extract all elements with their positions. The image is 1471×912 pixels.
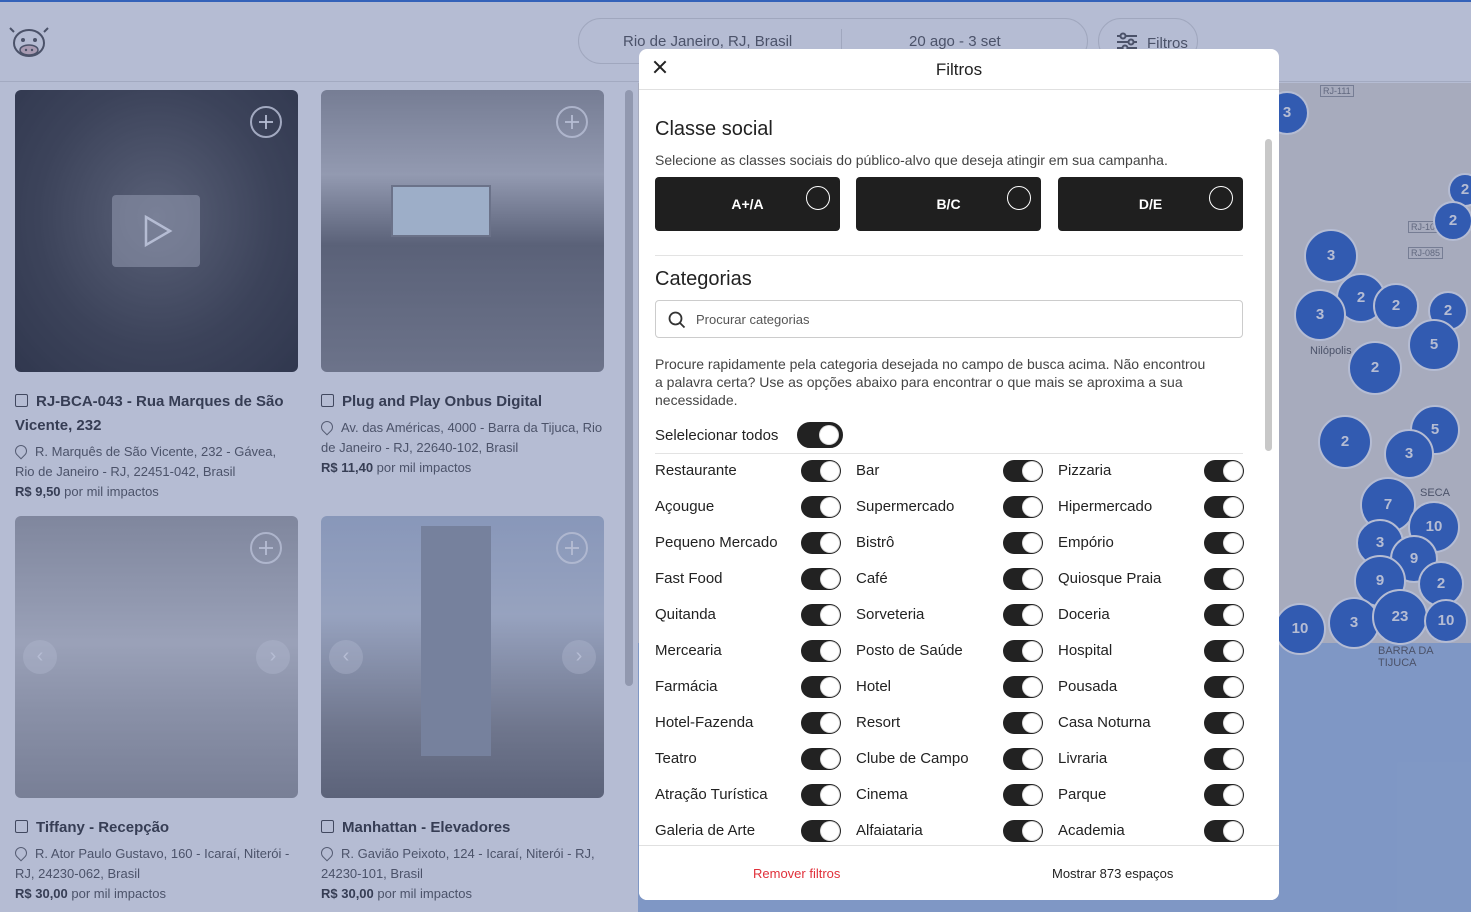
select-all-label: Selelecionar todos [655,427,779,444]
modal-header: Filtros [639,49,1279,90]
category-toggle[interactable] [1003,496,1043,518]
category-toggle[interactable] [1204,748,1244,770]
category-toggle[interactable] [801,784,841,806]
social-class-option-de[interactable]: D/E [1058,177,1243,231]
category-label: Doceria [1058,606,1110,623]
social-class-heading: Classe social [655,118,773,140]
category-label: Galeria de Arte [655,822,756,839]
category-toggle[interactable] [801,460,841,482]
modal-footer: Remover filtros Mostrar 873 espaços [639,845,1279,900]
category-toggle[interactable] [1204,604,1244,626]
categories-heading: Categorias [655,268,752,290]
radio-icon [1209,186,1233,210]
category-toggle[interactable] [1204,568,1244,590]
category-toggle[interactable] [1003,460,1043,482]
category-label: Mercearia [655,642,722,659]
category-label: Resort [856,714,901,731]
category-label: Hospital [1058,642,1113,659]
category-label: Açougue [655,498,715,515]
category-label: Pequeno Mercado [655,534,778,551]
category-toggle[interactable] [801,568,841,590]
category-toggle[interactable] [1204,460,1244,482]
radio-icon [806,186,830,210]
category-label: Atração Turística [655,786,768,803]
category-toggle[interactable] [1003,784,1043,806]
category-label: Cinema [856,786,908,803]
category-toggle[interactable] [801,676,841,698]
category-toggle[interactable] [1003,712,1043,734]
category-toggle[interactable] [1003,676,1043,698]
social-class-option-bc[interactable]: B/C [856,177,1041,231]
category-label: Hotel [856,678,892,695]
category-toggle[interactable] [1204,640,1244,662]
category-label: Clube de Campo [856,750,969,767]
category-label: Café [856,570,888,587]
select-all-toggle[interactable] [797,422,843,448]
show-results-button[interactable]: Mostrar 873 espaços [1052,866,1173,881]
category-label: Teatro [655,750,697,767]
social-class-description: Selecione as classes sociais do público-… [655,152,1168,168]
section-divider [655,453,1243,454]
category-label: Bistrô [856,534,895,551]
category-toggle[interactable] [801,820,841,842]
category-search[interactable] [655,300,1243,338]
category-toggle[interactable] [1003,604,1043,626]
category-label: Pizzaria [1058,462,1112,479]
category-label: Livraria [1058,750,1108,767]
category-label: Restaurante [655,462,737,479]
category-toggle[interactable] [1204,712,1244,734]
category-label: Farmácia [655,678,718,695]
category-label: Casa Noturna [1058,714,1151,731]
category-toggle[interactable] [801,532,841,554]
category-label: Parque [1058,786,1107,803]
category-label: Empório [1058,534,1114,551]
category-label: Bar [856,462,880,479]
filters-modal: Filtros Classe social Selecione as class… [639,49,1279,900]
category-label: Fast Food [655,570,723,587]
category-toggle[interactable] [801,748,841,770]
category-toggle[interactable] [801,604,841,626]
radio-icon [1007,186,1031,210]
category-label: Academia [1058,822,1125,839]
category-search-input[interactable] [696,309,1216,329]
remove-filters-button[interactable]: Remover filtros [753,866,840,881]
category-toggle[interactable] [801,712,841,734]
modal-body: Classe social Selecione as classes socia… [639,91,1279,845]
category-toggle[interactable] [801,496,841,518]
modal-scrollbar[interactable] [1265,139,1272,451]
category-label: Supermercado [856,498,955,515]
category-toggle[interactable] [1003,820,1043,842]
category-label: Quiosque Praia [1058,570,1162,587]
section-divider [655,255,1243,256]
category-toggle[interactable] [1003,568,1043,590]
category-toggle[interactable] [1204,532,1244,554]
category-toggle[interactable] [1204,820,1244,842]
category-label: Sorveteria [856,606,925,623]
modal-title: Filtros [935,60,983,79]
category-label: Pousada [1058,678,1118,695]
category-toggle[interactable] [1003,532,1043,554]
category-toggle[interactable] [1204,676,1244,698]
category-label: Posto de Saúde [856,642,963,659]
search-icon [668,311,686,329]
category-label: Quitanda [655,606,716,623]
category-label: Alfaiataria [856,822,923,839]
category-toggle[interactable] [1003,640,1043,662]
category-label: Hipermercado [1058,498,1153,515]
category-toggle[interactable] [801,640,841,662]
category-label: Hotel-Fazenda [655,714,754,731]
categories-help-text: Procure rapidamente pela categoria desej… [655,356,1206,408]
social-class-option-a[interactable]: A+/A [655,177,840,231]
category-toggle[interactable] [1204,784,1244,806]
category-toggle[interactable] [1003,748,1043,770]
category-toggle[interactable] [1204,496,1244,518]
